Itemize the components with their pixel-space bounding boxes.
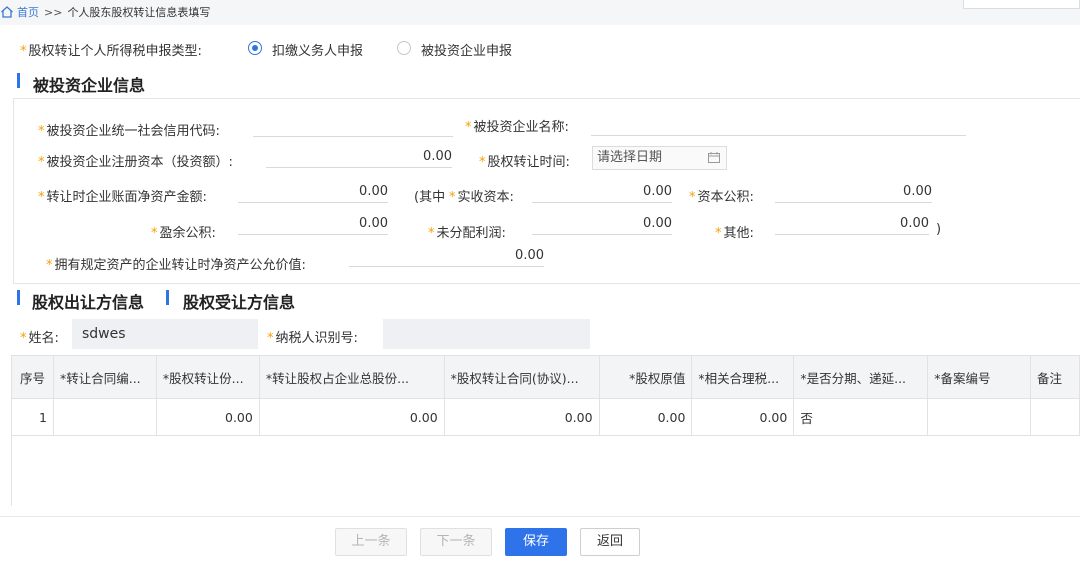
registered-capital-label: * 被投资企业注册资本（投资额）: xyxy=(38,155,233,170)
credit-code-label: * 被投资企业统一社会信用代码: xyxy=(38,124,220,139)
tab-transferor-marker xyxy=(17,290,20,305)
declare-type-label: * 股权转让个人所得税申报类型: xyxy=(20,44,202,59)
person-name-label: * 姓名: xyxy=(20,331,59,346)
breadcrumb-current: 个人股东股权转让信息表填写 xyxy=(67,6,211,19)
transfer-time-datepicker[interactable]: 请选择日期 xyxy=(592,146,727,170)
table-cell-contract-amount[interactable]: 0.00 xyxy=(443,398,600,436)
tab-transferee-marker xyxy=(166,290,169,305)
column-header-share-ratio: *转让股权占企业总股份... xyxy=(258,355,445,399)
column-header-seq: 序号 xyxy=(11,355,54,399)
calendar-icon[interactable] xyxy=(708,152,720,163)
footer-divider xyxy=(0,516,1080,517)
net-assets-input[interactable]: 0.00 xyxy=(238,183,388,203)
net-assets-label: * 转让时企业账面净资产金额: xyxy=(38,190,207,205)
tax-id-input[interactable] xyxy=(383,319,590,349)
column-header-transfer-shares: *股权转让份... xyxy=(155,355,260,399)
table-cell-installment[interactable]: 否 xyxy=(793,398,929,436)
breadcrumb: 首页 >> 个人股东股权转让信息表填写 xyxy=(0,3,210,21)
tab-transferor[interactable]: 股权出让方信息 xyxy=(32,289,144,313)
table-cell-remark[interactable] xyxy=(1030,398,1080,436)
prev-button[interactable]: 上一条 xyxy=(335,528,407,556)
next-button[interactable]: 下一条 xyxy=(420,528,492,556)
column-header-contract-amount: *股权转让合同(协议)... xyxy=(443,355,600,399)
table-cell-contract-no[interactable] xyxy=(52,398,157,436)
surplus-reserve-label: * 盈余公积: xyxy=(151,226,216,241)
invested-section-title: 被投资企业信息 xyxy=(33,76,146,95)
capital-reserve-input[interactable]: 0.00 xyxy=(775,183,932,203)
declare-type-option-withholding-label[interactable]: 扣缴义务人申报 xyxy=(272,40,363,59)
table-cell-original-value[interactable]: 0.00 xyxy=(598,398,693,436)
transfer-table: 序号 *转让合同编... *股权转让份... *转让股权占企业总股份... *股… xyxy=(11,355,1080,436)
top-search-box[interactable] xyxy=(963,0,1080,9)
company-name-input[interactable] xyxy=(591,116,966,136)
breadcrumb-home-link[interactable]: 首页 xyxy=(17,4,39,20)
table-cell-reasonable-tax[interactable]: 0.00 xyxy=(691,398,795,436)
transfer-time-label: * 股权转让时间: xyxy=(479,155,570,170)
table-row[interactable]: 1 0.00 0.00 0.00 0.00 0.00 否 xyxy=(11,398,1080,436)
table-empty-area xyxy=(11,434,1080,506)
table-cell-filing-no[interactable] xyxy=(927,398,1032,436)
fair-value-input[interactable]: 0.00 xyxy=(349,247,544,267)
other-input[interactable]: 0.00 xyxy=(775,215,929,235)
home-icon[interactable] xyxy=(0,5,14,19)
transfer-time-placeholder: 请选择日期 xyxy=(597,150,663,165)
table-cell-share-ratio[interactable]: 0.00 xyxy=(258,398,445,436)
fair-value-label: * 拥有规定资产的企业转让时净资产公允价值: xyxy=(46,258,306,273)
undistributed-profit-input[interactable]: 0.00 xyxy=(532,215,672,235)
surplus-reserve-input[interactable]: 0.00 xyxy=(238,215,388,235)
column-header-contract-no: *转让合同编... xyxy=(52,355,157,399)
undistributed-profit-label: * 未分配利润: xyxy=(428,226,506,241)
save-button[interactable]: 保存 xyxy=(505,528,567,556)
capital-reserve-label: * 资本公积: xyxy=(689,190,754,205)
registered-capital-input[interactable]: 0.00 xyxy=(266,148,452,168)
column-header-reasonable-tax: *相关合理税... xyxy=(691,355,795,399)
table-cell-seq: 1 xyxy=(11,398,54,436)
close-paren: ) xyxy=(936,222,942,237)
back-button[interactable]: 返回 xyxy=(580,528,640,556)
column-header-filing-no: *备案编号 xyxy=(927,355,1032,399)
declare-type-option-invested-label[interactable]: 被投资企业申报 xyxy=(421,40,512,59)
person-name-input[interactable]: sdwes xyxy=(72,319,258,349)
breadcrumb-separator: >> xyxy=(44,5,63,19)
tab-transferee[interactable]: 股权受让方信息 xyxy=(183,289,295,313)
column-header-remark: 备注 xyxy=(1030,355,1080,399)
section-marker xyxy=(17,73,20,88)
table-header-row: 序号 *转让合同编... *股权转让份... *转让股权占企业总股份... *股… xyxy=(11,355,1080,399)
other-label: * 其他: xyxy=(715,226,754,241)
table-cell-transfer-shares[interactable]: 0.00 xyxy=(155,398,260,436)
among-prefix: (其中 xyxy=(414,190,446,205)
paid-in-capital-input[interactable]: 0.00 xyxy=(532,183,672,203)
column-header-installment: *是否分期、递延... xyxy=(793,355,929,399)
credit-code-input[interactable] xyxy=(253,117,453,137)
column-header-original-value: *股权原值 xyxy=(598,355,693,399)
paid-in-capital-label: * 实收资本: xyxy=(449,190,514,205)
declare-type-radio-withholding[interactable] xyxy=(248,41,262,55)
company-name-label: * 被投资企业名称: xyxy=(465,120,569,135)
tax-id-label: * 纳税人识别号: xyxy=(267,331,358,346)
declare-type-radio-invested[interactable] xyxy=(397,41,411,55)
